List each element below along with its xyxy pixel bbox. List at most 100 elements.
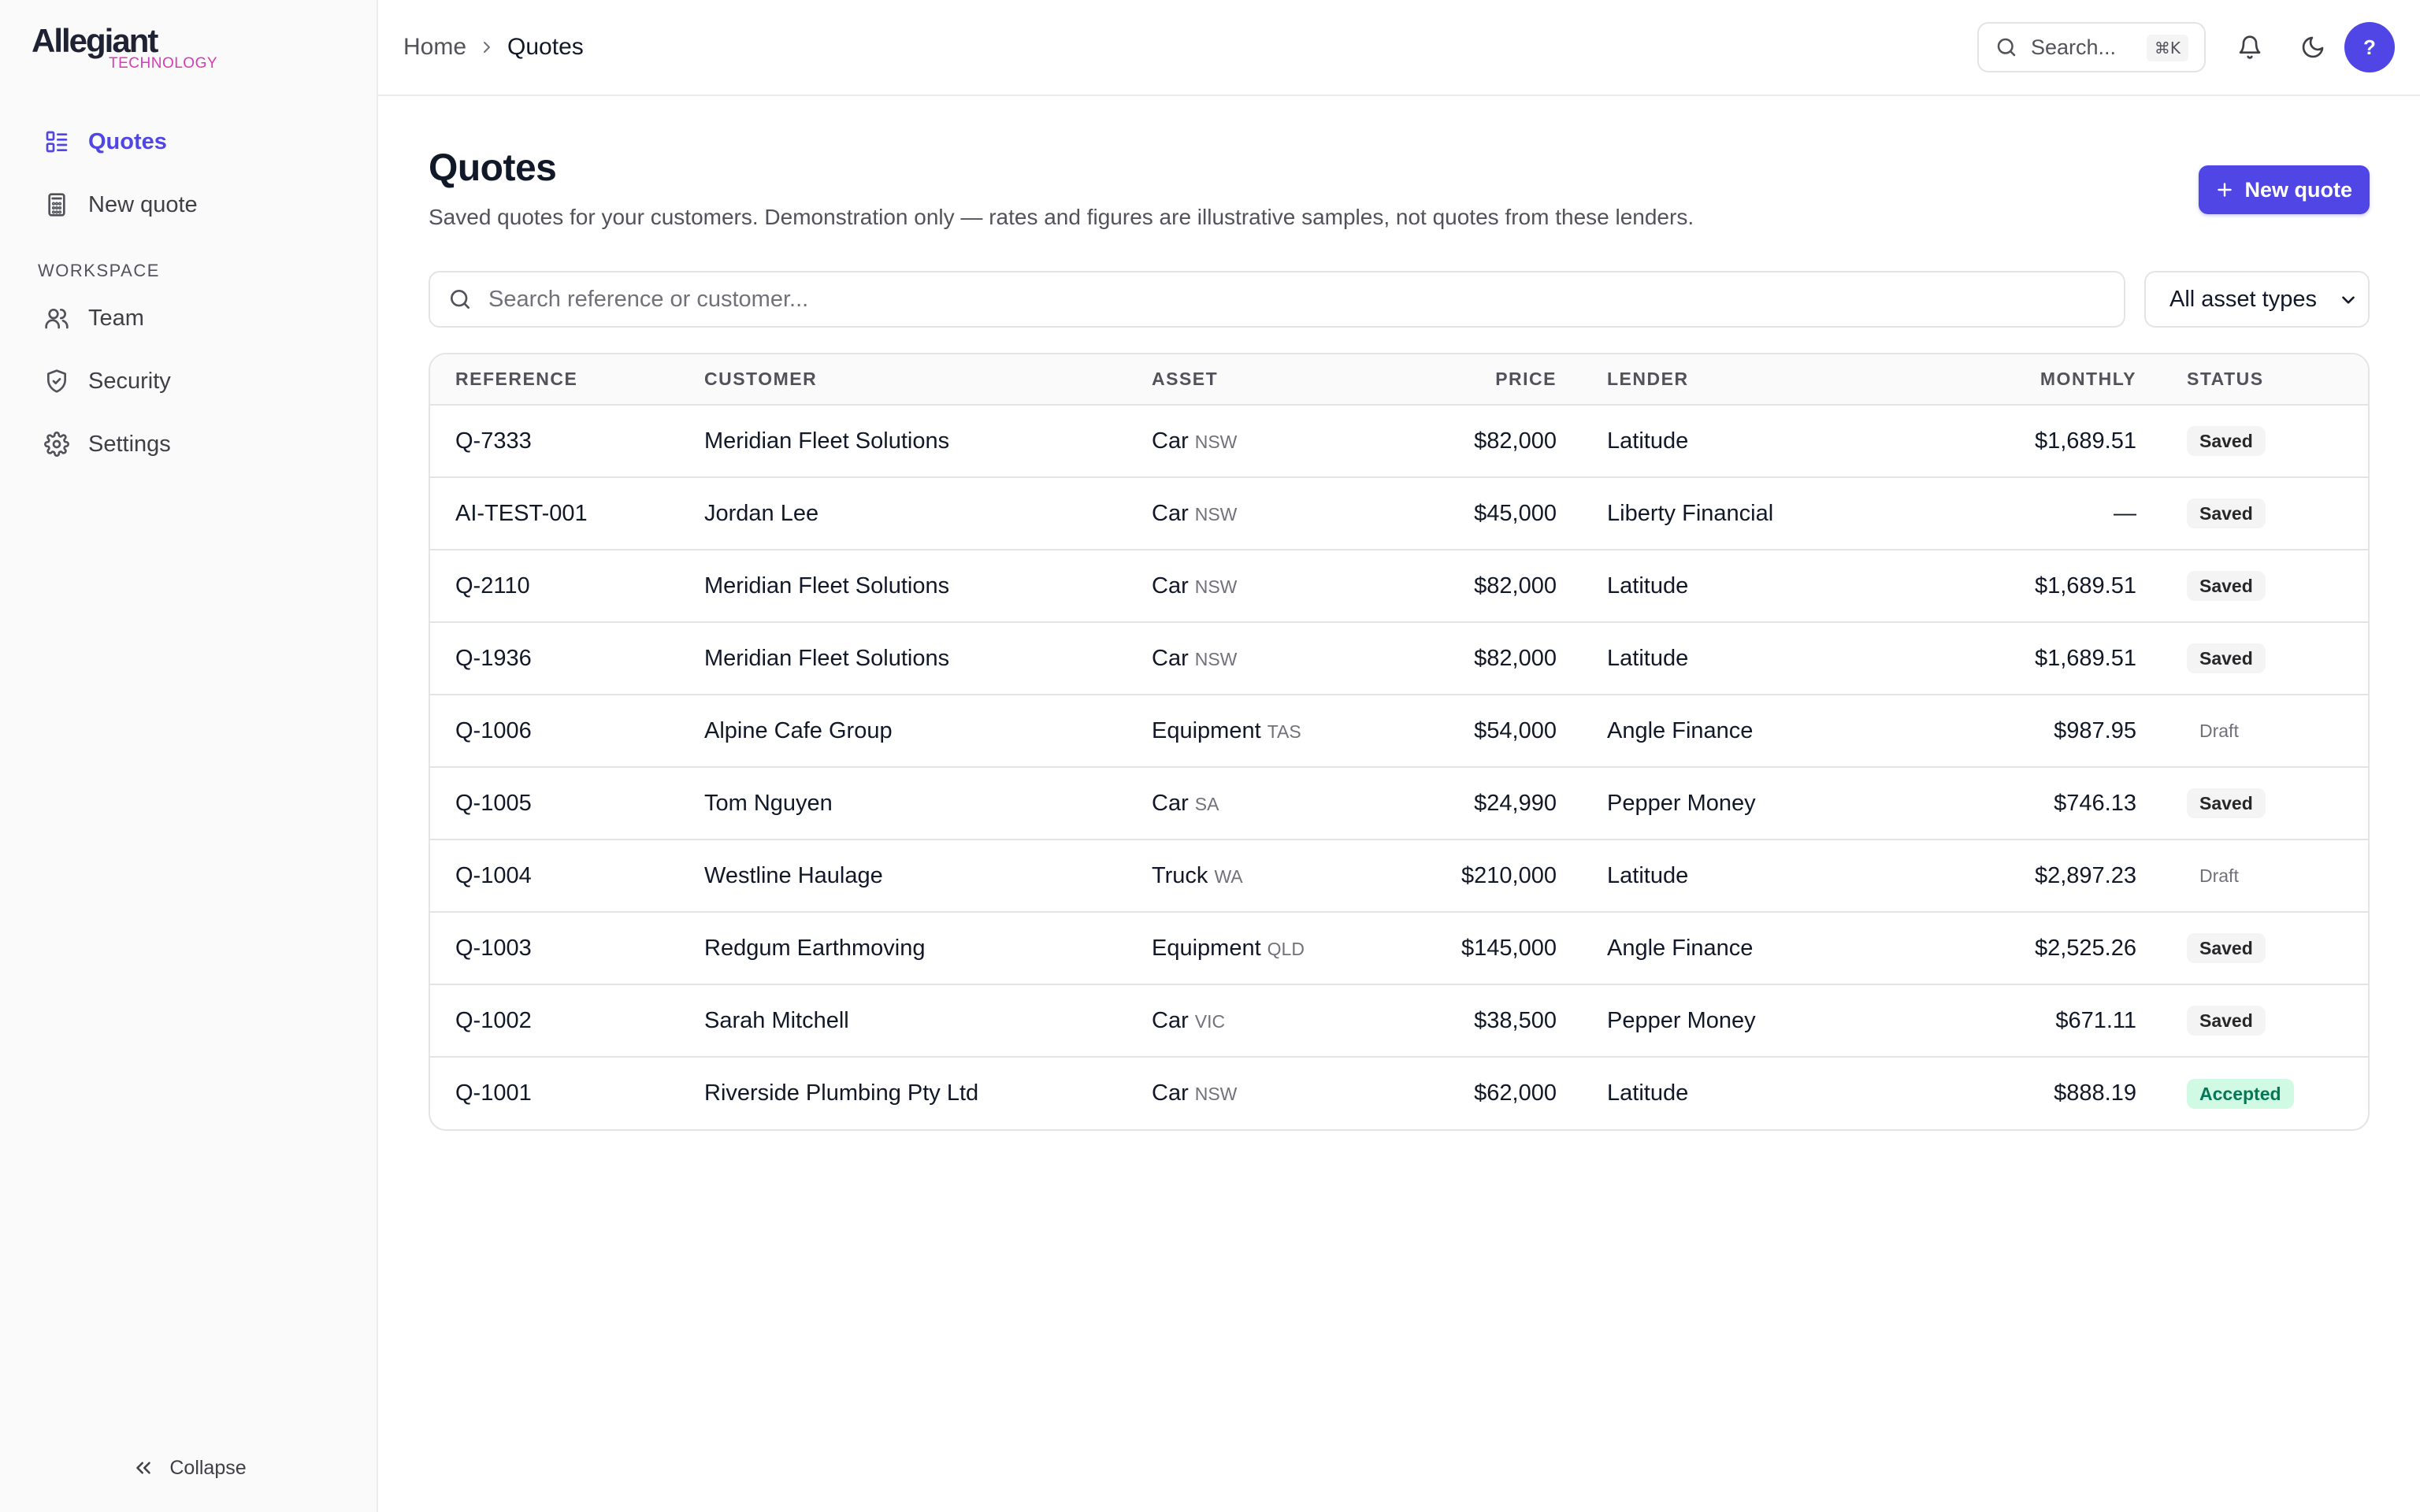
- asset-type-select[interactable]: All asset types: [2144, 271, 2370, 328]
- search-shortcut-badge: ⌘K: [2146, 35, 2188, 61]
- status-badge: Accepted: [2187, 1078, 2294, 1109]
- brand-subtitle: TECHNOLOGY: [109, 55, 218, 72]
- cell-asset: Car NSW: [1126, 1056, 1363, 1129]
- asset-state: NSW: [1194, 431, 1238, 452]
- cell-reference: Q-1004: [430, 839, 679, 912]
- cell-status: Saved: [2162, 984, 2368, 1057]
- breadcrumb-home[interactable]: Home: [403, 34, 466, 61]
- sidebar-nav: Quotes New quote WORKSPACE Team Security…: [0, 110, 378, 476]
- new-quote-button[interactable]: New quote: [2199, 165, 2370, 214]
- sidebar-item-settings[interactable]: Settings: [0, 413, 378, 476]
- cell-asset: Car SA: [1126, 766, 1363, 839]
- avatar[interactable]: ?: [2344, 22, 2395, 72]
- column-header-reference[interactable]: REFERENCE: [430, 354, 679, 406]
- cell-status: Saved: [2162, 476, 2368, 550]
- cell-monthly: $671.11: [1928, 984, 2162, 1057]
- cell-lender: Latitude: [1582, 1056, 1928, 1129]
- table-row[interactable]: Q-7333 Meridian Fleet Solutions Car NSW $82,…: [430, 405, 2368, 477]
- cell-reference: Q-7333: [455, 428, 532, 454]
- new-quote-label: New quote: [2244, 177, 2352, 202]
- cell-status: Saved: [2162, 766, 2368, 839]
- cell-customer: Westline Haulage: [679, 839, 1126, 912]
- table-row[interactable]: Q-1001 Riverside Plumbing Pty Ltd Car NSW $6…: [430, 1056, 2368, 1129]
- sidebar: Allegiant TECHNOLOGY Quotes New quote WO…: [0, 0, 378, 1512]
- cell-price: $210,000: [1363, 839, 1582, 912]
- brand-logo[interactable]: Allegiant TECHNOLOGY: [32, 22, 221, 74]
- table-row[interactable]: Q-1005 Tom Nguyen Car SA $24,990 Pepper Money…: [430, 766, 2368, 839]
- cell-price: $24,990: [1363, 766, 1582, 839]
- cell-asset: Car VIC: [1126, 984, 1363, 1057]
- cell-asset: Equipment TAS: [1126, 694, 1363, 767]
- cell-customer: Tom Nguyen: [679, 766, 1126, 839]
- asset-state: WA: [1214, 865, 1243, 887]
- cell-reference: Q-1002: [430, 984, 679, 1057]
- asset-state: NSW: [1194, 1084, 1238, 1104]
- sidebar-item-quotes[interactable]: Quotes: [0, 110, 378, 173]
- column-header-lender[interactable]: LENDER: [1582, 354, 1928, 406]
- cell-monthly: $1,689.51: [1928, 549, 2162, 622]
- cell-status: Saved: [2162, 405, 2368, 477]
- sidebar-item-label: New quote: [88, 191, 198, 217]
- cell-monthly: $746.13: [1928, 766, 2162, 839]
- status-badge: Saved: [2187, 788, 2266, 818]
- table-row[interactable]: Q-1002 Sarah Mitchell Car VIC $38,500 Pepper …: [430, 984, 2368, 1057]
- cell-customer: Sarah Mitchell: [679, 984, 1126, 1057]
- cell-reference: AI-TEST-001: [430, 476, 679, 550]
- cell-price: $145,000: [1363, 911, 1582, 984]
- table-body: Q-7333 Meridian Fleet Solutions Car NSW $82,…: [430, 405, 2368, 1129]
- search-icon: [1995, 35, 2018, 59]
- asset-type: Car: [1152, 790, 1189, 816]
- asset-type: Car: [1152, 428, 1189, 454]
- cell-lender: Latitude: [1582, 549, 1928, 622]
- column-header-monthly[interactable]: MONTHLY: [1928, 354, 2162, 406]
- breadcrumb-current: Quotes: [507, 34, 584, 60]
- sidebar-item-team[interactable]: Team: [0, 287, 378, 350]
- sidebar-item-security[interactable]: Security: [0, 350, 378, 413]
- table-row[interactable]: AI-TEST-001 Jordan Lee Car NSW $45,000 Libert…: [430, 476, 2368, 550]
- chevron-right-icon: [477, 38, 496, 57]
- global-search[interactable]: Search... ⌘K: [1977, 22, 2206, 72]
- table-row[interactable]: Q-1004 Westline Haulage Truck WA $210,000 Lat…: [430, 839, 2368, 912]
- cell-status: Saved: [2162, 911, 2368, 984]
- cell-price: $82,000: [1474, 428, 1557, 454]
- cell-asset: Car NSW: [1126, 405, 1363, 477]
- column-header-price[interactable]: PRICE: [1363, 354, 1582, 406]
- cell-customer: Redgum Earthmoving: [679, 911, 1126, 984]
- collapse-label: Collapse: [169, 1456, 247, 1479]
- table-row[interactable]: Q-2110 Meridian Fleet Solutions Car NSW $82,…: [430, 549, 2368, 622]
- collapse-button[interactable]: Collapse: [0, 1446, 378, 1490]
- asset-state: TAS: [1267, 721, 1301, 742]
- cell-lender: Latitude: [1607, 428, 1689, 454]
- cell-price: $62,000: [1363, 1056, 1582, 1129]
- main-area: Home Quotes Search... ⌘K ? Quotes Saved …: [378, 0, 2420, 1512]
- asset-state: NSW: [1194, 503, 1238, 524]
- column-header-customer[interactable]: CUSTOMER: [679, 354, 1126, 406]
- table-row[interactable]: Q-1006 Alpine Cafe Group Equipment TAS $54,0…: [430, 694, 2368, 767]
- cell-price: $45,000: [1363, 476, 1582, 550]
- table-row[interactable]: Q-1936 Meridian Fleet Solutions Car NSW $82,…: [430, 621, 2368, 695]
- table-row[interactable]: Q-1003 Redgum Earthmoving Equipment QLD $145…: [430, 911, 2368, 984]
- theme-toggle-button[interactable]: [2296, 30, 2330, 65]
- page-subtitle: Saved quotes for your customers. Demonst…: [429, 205, 1694, 229]
- asset-type: Truck: [1152, 862, 1208, 888]
- cell-customer: Meridian Fleet Solutions: [679, 549, 1126, 622]
- cell-lender: Angle Finance: [1582, 911, 1928, 984]
- column-header-asset[interactable]: ASSET: [1126, 354, 1363, 406]
- moon-icon: [2300, 35, 2325, 60]
- asset-state: NSW: [1194, 648, 1238, 669]
- quotes-table-container: REFERENCE CUSTOMER ASSET PRICE LENDER MO…: [429, 353, 2370, 1131]
- sidebar-item-new-quote[interactable]: New quote: [0, 173, 378, 236]
- brand-name: Allegiant: [32, 22, 158, 59]
- status-badge: Saved: [2187, 643, 2266, 673]
- cell-customer: Riverside Plumbing Pty Ltd: [679, 1056, 1126, 1129]
- cell-status: Draft: [2162, 839, 2368, 912]
- column-header-status[interactable]: STATUS: [2162, 354, 2368, 406]
- asset-type: Car: [1152, 1080, 1189, 1106]
- notifications-button[interactable]: [2233, 30, 2267, 65]
- quote-search-field[interactable]: [429, 271, 2125, 328]
- quote-search-input[interactable]: [488, 286, 2064, 313]
- cell-status: Draft: [2162, 694, 2368, 767]
- status-badge: Saved: [2187, 933, 2266, 963]
- cell-monthly: $2,525.26: [1928, 911, 2162, 984]
- cell-lender: Angle Finance: [1582, 694, 1928, 767]
